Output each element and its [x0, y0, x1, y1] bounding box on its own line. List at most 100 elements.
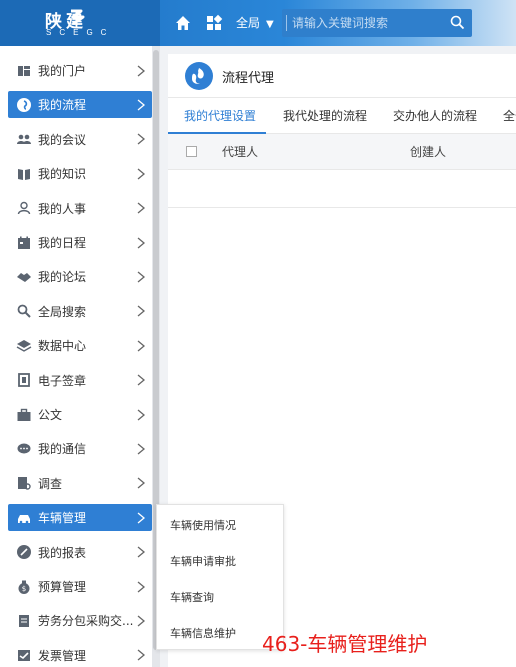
chevron-right-icon	[137, 305, 146, 317]
logo-mark-icon	[71, 9, 85, 26]
sidebar-item[interactable]: 车辆管理	[8, 504, 152, 532]
tab-assigned-to-others[interactable]: 交办他人的流程	[393, 98, 477, 134]
sidebar-item-label: 全局搜索	[38, 304, 87, 319]
sidebar-item[interactable]: 全局搜索	[8, 298, 152, 325]
sidebar-item[interactable]: 我的知识	[8, 160, 152, 187]
sidebar-item[interactable]: 电子签章	[8, 367, 152, 394]
divider	[286, 15, 287, 31]
chevron-right-icon	[137, 649, 146, 661]
sidebar-item-label: 我的通信	[38, 442, 87, 457]
sidebar-item[interactable]: 我的门户	[8, 57, 152, 84]
report-icon	[17, 545, 31, 560]
sidebar-item[interactable]: 我的通信	[8, 435, 152, 462]
sidebar-item-label: 我的门户	[38, 64, 87, 78]
sidebar-item[interactable]: 发票管理	[8, 642, 152, 667]
sidebar-item-label: 我的会议	[38, 132, 87, 147]
search-icon[interactable]	[450, 15, 465, 30]
tab-processed-on-behalf[interactable]: 我代处理的流程	[283, 98, 367, 134]
chevron-right-icon	[137, 168, 146, 180]
apps-grid-icon[interactable]	[205, 14, 223, 32]
sidebar-item-label: 发票管理	[38, 648, 87, 663]
sidebar-item-label: 我的报表	[38, 545, 87, 560]
sidebar-item-label: 公文	[38, 408, 63, 422]
search-scope-select[interactable]: 全局 ▼	[230, 9, 280, 37]
chevron-right-icon	[137, 340, 146, 352]
budget-icon: $	[18, 580, 30, 594]
chevron-right-icon	[137, 374, 146, 386]
page-title: 流程代理	[222, 71, 275, 86]
sidebar-item-label: 车辆管理	[38, 511, 87, 526]
sidebar-item-label: 调查	[38, 476, 63, 491]
person-icon	[17, 201, 31, 215]
sidebar-item[interactable]: 我的人事	[8, 195, 152, 222]
logo[interactable]: 陕建 SCEGC	[0, 0, 160, 46]
car-icon	[18, 514, 30, 523]
submenu-item-vehicle-usage[interactable]: 车辆使用情况	[170, 517, 236, 533]
tab-bar: 我的代理设置 我代处理的流程 交办他人的流程 全部	[168, 98, 516, 134]
tab-all[interactable]: 全部	[503, 98, 516, 134]
handshake-icon	[17, 272, 31, 282]
survey-icon	[18, 477, 31, 490]
sidebar-item-label: 我的人事	[38, 201, 87, 216]
sidebar-item[interactable]: 我的报表	[8, 539, 152, 566]
sidebar-item-label: 电子签章	[38, 373, 87, 388]
chevron-right-icon	[137, 99, 146, 111]
document-icon	[19, 614, 29, 627]
chevron-right-icon	[137, 133, 146, 145]
chevron-right-icon	[137, 512, 146, 524]
chevron-right-icon	[137, 202, 146, 214]
sidebar-item-label: 我的知识	[38, 167, 87, 182]
sidebar-item[interactable]: $ 预算管理	[8, 573, 152, 600]
book-icon	[18, 168, 30, 180]
search-input[interactable]	[292, 9, 442, 37]
chevron-right-icon	[137, 237, 146, 248]
workflow-icon	[17, 97, 31, 112]
meeting-icon	[17, 134, 31, 145]
sidebar-item[interactable]: 我的日程	[8, 229, 152, 256]
top-bar: 陕建 SCEGC 全局 ▼	[0, 0, 516, 46]
chevron-right-icon	[137, 581, 146, 592]
workflow-icon	[185, 62, 213, 90]
sidebar-item[interactable]: 我的论坛	[8, 263, 152, 290]
layers-icon	[16, 339, 32, 352]
scope-label: 全局	[236, 16, 261, 30]
logo-subtitle: SCEGC	[46, 28, 115, 37]
sidebar-item[interactable]: 公文	[8, 401, 152, 428]
select-all-checkbox[interactable]	[186, 146, 197, 157]
chevron-right-icon	[137, 65, 146, 76]
chevron-right-icon	[137, 271, 146, 283]
sidebar-item[interactable]: 数据中心	[8, 332, 152, 359]
chevron-right-icon	[137, 615, 146, 627]
chevron-down-icon: ▼	[266, 19, 274, 30]
chevron-right-icon	[137, 409, 146, 420]
column-header-creator[interactable]: 创建人	[410, 134, 446, 170]
submenu-item-vehicle-query[interactable]: 车辆查询	[170, 589, 214, 605]
column-header-agent[interactable]: 代理人	[222, 134, 258, 170]
briefcase-icon	[17, 408, 31, 421]
search-icon	[17, 304, 31, 319]
chevron-right-icon	[137, 546, 146, 558]
sidebar-item-label: 预算管理	[38, 580, 87, 594]
home-icon[interactable]	[174, 14, 192, 32]
submenu-item-vehicle-info-maintenance[interactable]: 车辆信息维护	[170, 625, 236, 641]
svg-text:$: $	[22, 585, 26, 593]
sidebar-item-label: 我的流程	[38, 98, 87, 113]
submenu-item-vehicle-approval[interactable]: 车辆申请审批	[170, 553, 236, 569]
table-row	[168, 170, 516, 208]
portal-icon	[18, 65, 30, 76]
sidebar-item-label: 数据中心	[38, 339, 87, 354]
calendar-icon	[18, 236, 30, 249]
sidebar-item-label: 劳务分包采购交...	[38, 614, 134, 629]
sidebar-item[interactable]: 劳务分包采购交...	[8, 607, 152, 634]
chevron-right-icon	[137, 443, 146, 455]
chevron-right-icon	[137, 477, 146, 489]
sidebar-item-label: 我的日程	[38, 236, 87, 250]
tab-my-proxy-settings[interactable]: 我的代理设置	[184, 98, 256, 134]
stamp-icon	[18, 373, 30, 387]
sidebar-item[interactable]: 调查	[8, 470, 152, 497]
panel-header: 流程代理	[168, 54, 516, 98]
table-header: 代理人 创建人	[168, 134, 516, 170]
annotation-caption: 463-车辆管理维护	[262, 632, 428, 656]
sidebar-item[interactable]: 我的流程	[8, 91, 152, 119]
sidebar-item[interactable]: 我的会议	[8, 126, 152, 153]
